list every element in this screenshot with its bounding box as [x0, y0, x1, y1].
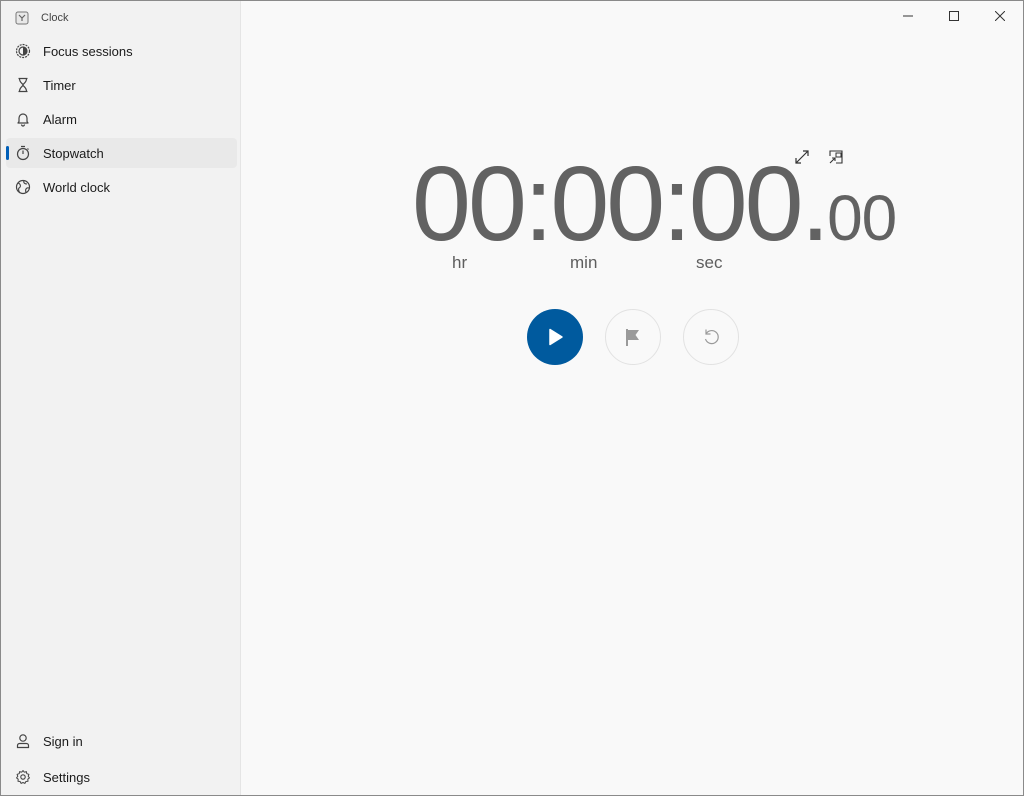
- app-title-bar: Clock: [15, 9, 69, 27]
- sidebar-item-label: Timer: [43, 77, 76, 93]
- sidebar-item-label: Settings: [43, 769, 90, 785]
- reset-icon: [704, 329, 719, 345]
- bell-icon: [15, 111, 31, 127]
- sidebar-item-label: Alarm: [43, 111, 77, 127]
- minutes-label: min: [570, 253, 598, 272]
- separator: :: [523, 145, 554, 263]
- separator: :: [662, 145, 692, 263]
- sidebar-item-timer[interactable]: Timer: [6, 70, 237, 100]
- person-icon: [15, 733, 31, 749]
- sidebar: Clock Focus sessions Timer Alarm Stopwat…: [1, 1, 241, 795]
- sidebar-item-label: World clock: [43, 179, 110, 195]
- minutes-value: 00: [550, 145, 665, 263]
- start-button[interactable]: [527, 309, 583, 365]
- sidebar-item-world-clock[interactable]: World clock: [6, 172, 237, 202]
- window-controls: [885, 1, 1023, 31]
- minimize-icon: [903, 15, 913, 17]
- clock-window: Clock Focus sessions Timer Alarm Stopwat…: [0, 0, 1024, 796]
- seconds-value: 00: [688, 145, 804, 263]
- gear-icon: [15, 769, 31, 785]
- sidebar-item-stopwatch[interactable]: Stopwatch: [6, 138, 237, 168]
- sidebar-item-sign-in[interactable]: Sign in: [6, 726, 237, 756]
- play-icon: [549, 328, 563, 346]
- sidebar-item-label: Stopwatch: [43, 145, 104, 161]
- seconds-label: sec: [696, 253, 723, 272]
- decimal-point: .: [800, 145, 831, 263]
- minimize-button[interactable]: [885, 1, 931, 31]
- sidebar-item-focus-sessions[interactable]: Focus sessions: [6, 36, 237, 66]
- maximize-icon: [949, 11, 959, 21]
- stopwatch-display: 00:00:00.00: [412, 151, 897, 257]
- hours-label: hr: [452, 253, 468, 272]
- close-icon: [995, 11, 1005, 21]
- globe-icon: [15, 179, 31, 195]
- focus-icon: [15, 43, 31, 59]
- hours-value: 00: [412, 145, 527, 263]
- close-button[interactable]: [977, 1, 1023, 31]
- reset-button[interactable]: [683, 309, 739, 365]
- selection-indicator: [6, 146, 9, 160]
- flag-icon: [626, 329, 639, 346]
- lap-button[interactable]: [605, 309, 661, 365]
- hourglass-icon: [15, 77, 31, 93]
- app-title: Clock: [41, 12, 69, 24]
- stopwatch-icon: [15, 145, 31, 161]
- sidebar-item-alarm[interactable]: Alarm: [6, 104, 237, 134]
- sidebar-item-label: Sign in: [43, 733, 83, 749]
- hundredths-value: 00: [827, 182, 897, 254]
- sidebar-item-settings[interactable]: Settings: [6, 762, 237, 792]
- clock-app-icon: [15, 11, 29, 25]
- maximize-button[interactable]: [931, 1, 977, 31]
- sidebar-item-label: Focus sessions: [43, 43, 133, 59]
